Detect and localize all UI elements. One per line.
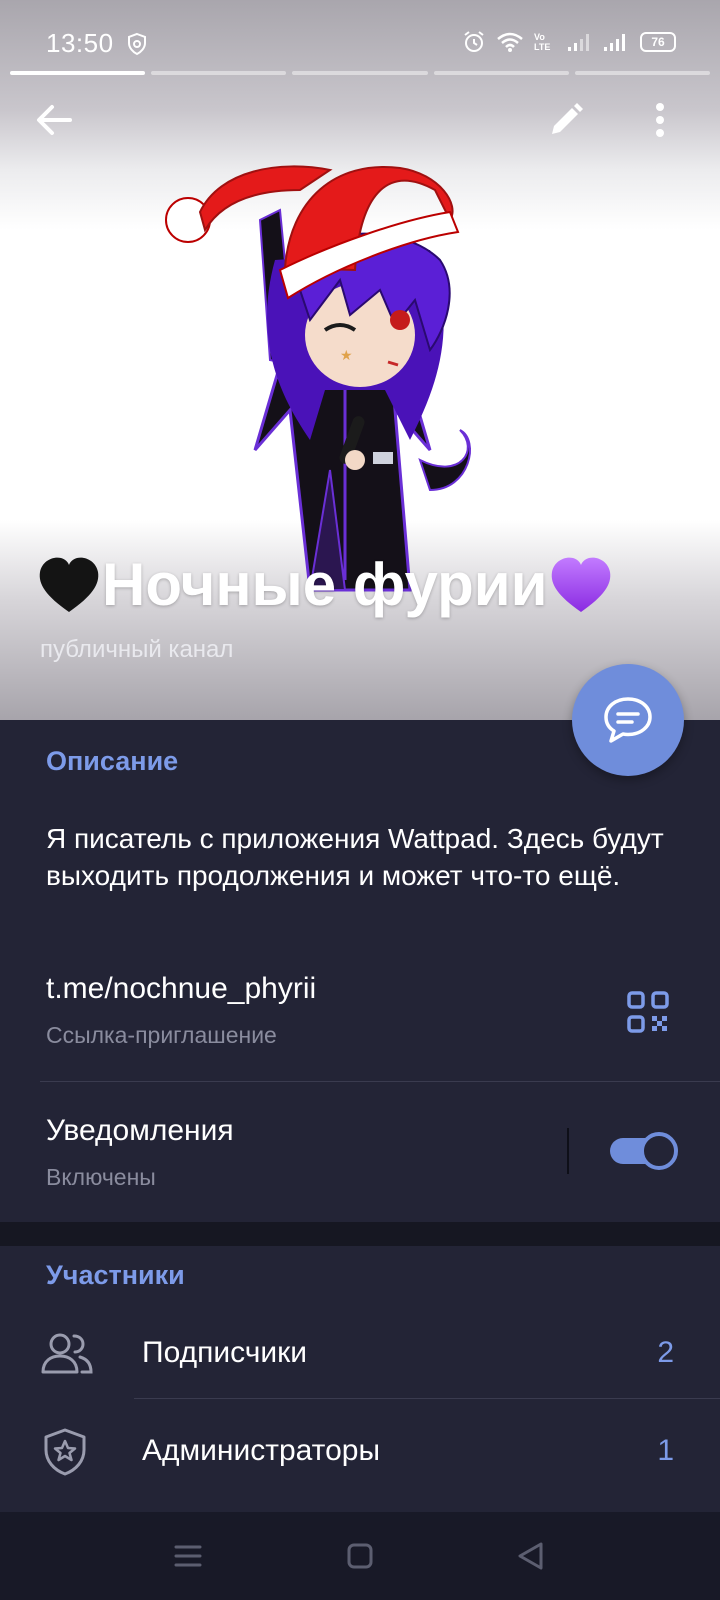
- administrators-row[interactable]: Администраторы 1: [0, 1404, 720, 1500]
- system-navigation-bar: [0, 1512, 720, 1600]
- story-segment: [151, 71, 287, 75]
- more-options-button[interactable]: [636, 96, 684, 144]
- story-segment: [574, 71, 711, 75]
- subscribers-count: 2: [657, 1336, 674, 1369]
- notifications-label: Уведомления: [46, 1114, 234, 1147]
- members-section: Участники Подписчики 2 Администраторы 1: [0, 1246, 720, 1512]
- chat-bubble-icon: [604, 697, 652, 743]
- more-vertical-icon: [656, 103, 664, 137]
- recent-apps-button[interactable]: [166, 1534, 210, 1578]
- svg-text:★: ★: [340, 348, 353, 364]
- notifications-status: Включены: [46, 1164, 156, 1190]
- invite-link-caption: Ссылка-приглашение: [46, 1022, 277, 1048]
- volte-indicator: Vo LTE: [534, 32, 551, 52]
- admin-shield-icon: [44, 1428, 86, 1476]
- story-segment: [433, 71, 569, 75]
- purple-heart-icon: [551, 557, 610, 612]
- subscribers-label: Подписчики: [142, 1336, 308, 1369]
- signal-2-icon: [604, 34, 625, 51]
- home-button[interactable]: [338, 1534, 382, 1578]
- menu-icon: [174, 1545, 202, 1567]
- back-arrow-icon: [37, 105, 72, 135]
- members-label: Участники: [46, 1260, 185, 1290]
- divider: [134, 1398, 720, 1399]
- people-icon: [41, 1333, 93, 1374]
- qr-code-icon[interactable]: [626, 990, 670, 1034]
- back-button[interactable]: [30, 96, 78, 144]
- administrators-count: 1: [657, 1434, 674, 1467]
- signal-1-icon: [568, 34, 589, 51]
- black-heart-icon: [39, 557, 99, 612]
- vertical-divider: [567, 1128, 569, 1174]
- back-triangle-icon: [518, 1542, 543, 1570]
- battery-icon: 76: [640, 32, 676, 52]
- wifi-icon: [497, 32, 523, 52]
- channel-title: Ночные фурии: [36, 550, 614, 619]
- story-segment: [292, 71, 428, 75]
- description-label: Описание: [46, 746, 179, 776]
- home-icon: [347, 1543, 373, 1569]
- profile-header: 13:50 Vo LTE 76 ★ Ночные фурии публичный…: [0, 0, 720, 720]
- alarm-icon: [464, 31, 484, 52]
- channel-description[interactable]: Я писатель с приложения Wattpad. Здесь б…: [46, 820, 686, 894]
- story-segment: [10, 71, 146, 75]
- discuss-chat-button[interactable]: [572, 664, 684, 776]
- shield-status-icon: [128, 32, 146, 56]
- channel-type: публичный канал: [40, 636, 234, 663]
- status-time: 13:50: [46, 28, 114, 58]
- status-icons: Vo LTE 76: [462, 30, 676, 54]
- invite-link[interactable]: t.me/nochnue_phyrii: [46, 972, 316, 1006]
- battery-level: 76: [651, 35, 665, 49]
- info-section: Описание Я писатель с приложения Wattpad…: [0, 720, 720, 1222]
- divider: [40, 1081, 720, 1082]
- status-bar: 13:50 Vo LTE 76: [0, 0, 720, 80]
- system-back-button[interactable]: [508, 1534, 552, 1578]
- channel-name: Ночные фурии: [102, 551, 548, 618]
- notifications-toggle[interactable]: [610, 1132, 678, 1170]
- edit-button[interactable]: [542, 96, 590, 144]
- story-progress: [10, 71, 711, 75]
- toggle-knob: [640, 1132, 678, 1170]
- edit-pencil-icon: [552, 103, 583, 134]
- section-separator: [0, 1222, 720, 1246]
- administrators-label: Администраторы: [142, 1434, 381, 1467]
- subscribers-row[interactable]: Подписчики 2: [0, 1306, 720, 1402]
